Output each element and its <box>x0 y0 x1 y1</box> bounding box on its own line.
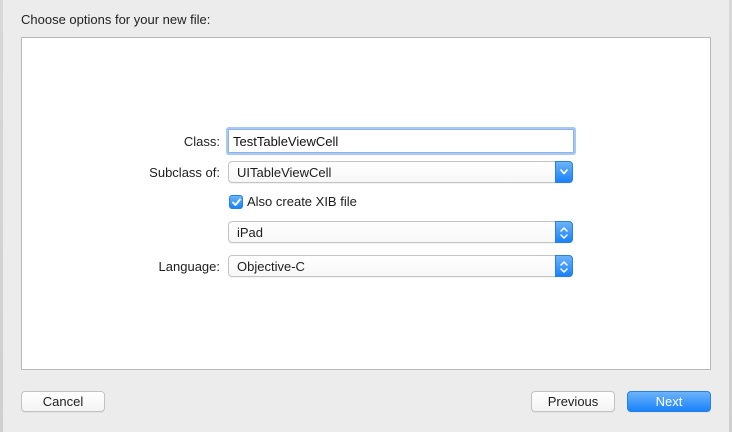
class-name-field[interactable] <box>228 129 574 153</box>
create-xib-label[interactable]: Also create XIB file <box>247 194 357 209</box>
language-value: Objective-C <box>237 259 305 274</box>
combobox-dropdown-button[interactable] <box>555 161 573 183</box>
sheet-heading: Choose options for your new file: <box>21 12 211 27</box>
device-family-popup[interactable]: iPad <box>228 221 573 243</box>
cancel-button[interactable]: Cancel <box>21 391 105 412</box>
device-family-value: iPad <box>237 225 264 240</box>
popup-arrows-button[interactable] <box>555 255 573 277</box>
subclass-label: Subclass of: <box>149 165 220 180</box>
next-button[interactable]: Next <box>627 391 711 412</box>
subclass-combobox[interactable]: UITableViewCell <box>228 161 573 183</box>
new-file-options-sheet: Choose options for your new file: Class:… <box>0 0 732 432</box>
up-down-arrows-icon <box>560 227 568 239</box>
subclass-value: UITableViewCell <box>237 165 332 180</box>
previous-button[interactable]: Previous <box>531 391 615 412</box>
up-down-arrows-icon <box>560 261 568 273</box>
class-label: Class: <box>183 134 220 149</box>
language-label: Language: <box>158 259 220 274</box>
window-edge-left <box>0 0 3 432</box>
options-panel <box>21 37 711 370</box>
language-popup[interactable]: Objective-C <box>228 255 573 277</box>
popup-arrows-button[interactable] <box>555 221 573 243</box>
create-xib-checkbox[interactable] <box>229 195 243 209</box>
chevron-down-icon <box>560 169 568 175</box>
checkmark-icon <box>232 198 241 206</box>
